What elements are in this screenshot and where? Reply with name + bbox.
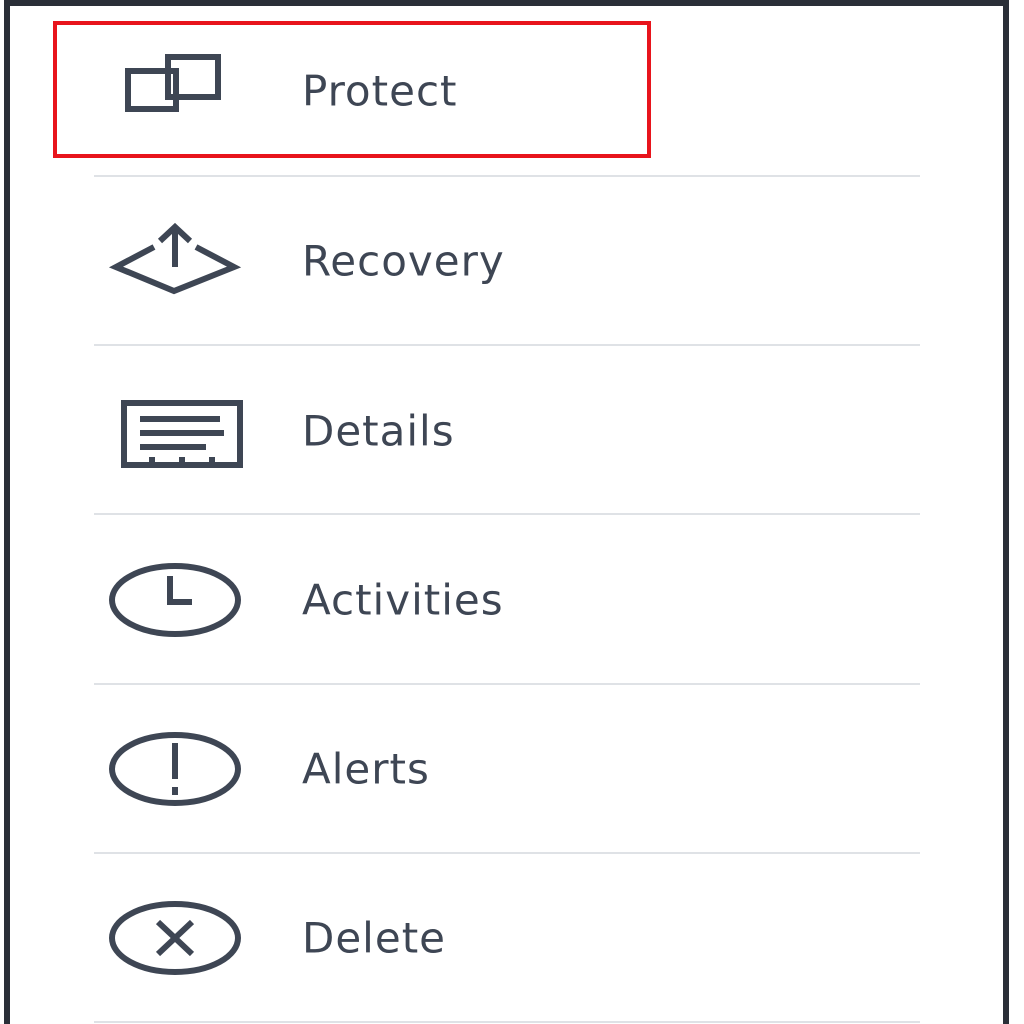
menu-item-label: Protect (302, 66, 458, 115)
upload-arrow-diamond-icon (106, 221, 246, 301)
document-details-icon (106, 391, 246, 471)
menu-item-label: Alerts (302, 744, 430, 793)
menu-item-activities[interactable]: Activities (94, 515, 920, 684)
menu-item-protect[interactable]: Protect (94, 6, 920, 175)
clock-icon (106, 560, 246, 640)
menu-item-label: Recovery (302, 236, 505, 285)
menu-item-alerts[interactable]: Alerts (94, 684, 920, 853)
menu-item-label: Activities (302, 575, 504, 624)
context-menu-panel: Protect Recovery Details Activities Aler… (0, 0, 1024, 1024)
panel-border-left (4, 0, 10, 1024)
menu-item-recovery[interactable]: Recovery (94, 176, 920, 345)
overlapping-squares-icon (106, 51, 246, 131)
menu-item-label: Delete (302, 913, 446, 962)
divider (94, 1021, 920, 1023)
panel-border-right (1003, 0, 1009, 1024)
exclamation-circle-icon (106, 729, 246, 809)
menu-item-label: Details (302, 406, 455, 455)
x-circle-icon (106, 898, 246, 978)
menu-item-delete[interactable]: Delete (94, 853, 920, 1022)
menu-item-details[interactable]: Details (94, 346, 920, 515)
